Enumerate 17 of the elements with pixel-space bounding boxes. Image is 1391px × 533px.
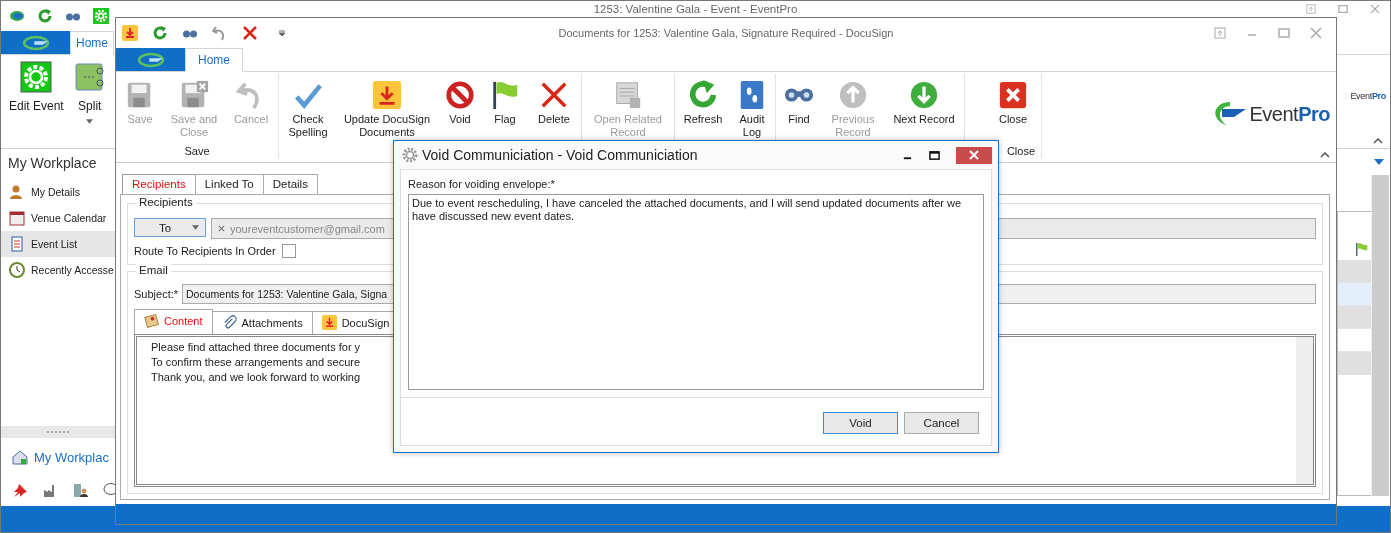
message-line: Please find attached three documents for y: [151, 340, 361, 355]
sidebar-title: My Workplace: [7, 154, 98, 173]
field-label: Subject:*: [134, 288, 179, 300]
eventpro-logo: EventPro: [1350, 91, 1386, 101]
checkbox-label: Route To Recipients In Order: [134, 245, 276, 257]
field-label: Reason for voiding envelope:*: [407, 177, 556, 192]
group-label: Save: [183, 145, 211, 158]
dialog-title: Void Communiciation - Void Communiciation: [422, 147, 698, 163]
eventpro-logo: EventPro: [1249, 102, 1330, 126]
message-line: Thank you, and we look forward to working: [151, 370, 361, 385]
window-title: Documents for 1253: Valentine Gala, Signature Required - DocuSign: [558, 27, 894, 39]
window-title: 1253: Valentine Gala - Event - EventPro: [593, 3, 798, 16]
message-line: To confirm these arrangements and secure: [151, 355, 361, 370]
recipient-email: youreventcustomer@gmail.com: [230, 222, 385, 235]
group-label: Close: [1006, 145, 1035, 158]
group-title: Email: [136, 264, 171, 276]
group-title: Recipients: [136, 196, 196, 208]
